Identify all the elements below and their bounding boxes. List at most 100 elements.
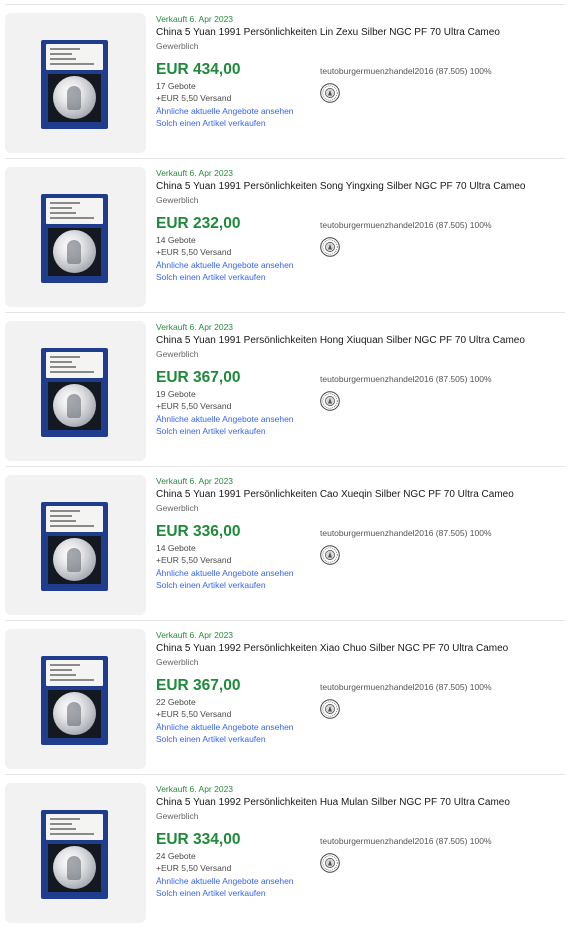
sold-price: EUR 434,00 bbox=[156, 61, 241, 78]
sold-date: Verkauft 6. Apr 2023 bbox=[156, 322, 234, 332]
item-thumbnail[interactable] bbox=[5, 475, 146, 615]
coin-slab-image bbox=[41, 40, 108, 129]
sold-date: Verkauft 6. Apr 2023 bbox=[156, 630, 234, 640]
item-thumbnail[interactable] bbox=[5, 629, 146, 769]
slab-label bbox=[46, 506, 103, 532]
bid-count: 19 Gebote bbox=[156, 389, 196, 399]
listing-divider bbox=[5, 620, 565, 621]
bid-count: 14 Gebote bbox=[156, 543, 196, 553]
seller-seal-icon bbox=[320, 237, 340, 257]
shipping-cost: +EUR 5,50 Versand bbox=[156, 93, 232, 103]
item-thumbnail[interactable] bbox=[5, 167, 146, 307]
slab-label bbox=[46, 44, 103, 70]
listing-divider bbox=[5, 312, 565, 313]
sell-similar-link[interactable]: Solch einen Artikel verkaufen bbox=[156, 272, 266, 282]
shipping-cost: +EUR 5,50 Versand bbox=[156, 863, 232, 873]
sold-price: EUR 336,00 bbox=[156, 523, 241, 540]
sell-similar-link[interactable]: Solch einen Artikel verkaufen bbox=[156, 580, 266, 590]
coin-slab-image bbox=[41, 194, 108, 283]
item-title-link[interactable]: China 5 Yuan 1991 Persönlichkeiten Cao X… bbox=[156, 489, 514, 500]
sold-price: EUR 334,00 bbox=[156, 831, 241, 848]
seller-info[interactable]: teutoburgermuenzhandel2016 (87.505) 100% bbox=[320, 220, 492, 230]
coin-image bbox=[53, 76, 96, 119]
sold-date: Verkauft 6. Apr 2023 bbox=[156, 784, 234, 794]
shipping-cost: +EUR 5,50 Versand bbox=[156, 247, 232, 257]
slab-label bbox=[46, 814, 103, 840]
listing-divider bbox=[5, 774, 565, 775]
seller-info[interactable]: teutoburgermuenzhandel2016 (87.505) 100% bbox=[320, 374, 492, 384]
seller-type: Gewerblich bbox=[156, 195, 199, 205]
seller-type: Gewerblich bbox=[156, 349, 199, 359]
sell-similar-link[interactable]: Solch einen Artikel verkaufen bbox=[156, 734, 266, 744]
slab-label bbox=[46, 352, 103, 378]
listing-item: Verkauft 6. Apr 2023 China 5 Yuan 1992 P… bbox=[0, 774, 570, 928]
slab-window bbox=[48, 382, 101, 430]
bid-count: 14 Gebote bbox=[156, 235, 196, 245]
bid-count: 17 Gebote bbox=[156, 81, 196, 91]
slab-window bbox=[48, 844, 101, 892]
similar-listings-link[interactable]: Ähnliche aktuelle Angebote ansehen bbox=[156, 106, 294, 116]
item-title-link[interactable]: China 5 Yuan 1992 Persönlichkeiten Xiao … bbox=[156, 643, 508, 654]
listing-item: Verkauft 6. Apr 2023 China 5 Yuan 1991 P… bbox=[0, 158, 570, 312]
coin-image bbox=[53, 230, 96, 273]
bid-count: 24 Gebote bbox=[156, 851, 196, 861]
shipping-cost: +EUR 5,50 Versand bbox=[156, 555, 232, 565]
seller-seal-icon bbox=[320, 853, 340, 873]
sell-similar-link[interactable]: Solch einen Artikel verkaufen bbox=[156, 888, 266, 898]
seller-info[interactable]: teutoburgermuenzhandel2016 (87.505) 100% bbox=[320, 682, 492, 692]
slab-label bbox=[46, 198, 103, 224]
seller-info[interactable]: teutoburgermuenzhandel2016 (87.505) 100% bbox=[320, 836, 492, 846]
coin-slab-image bbox=[41, 502, 108, 591]
similar-listings-link[interactable]: Ähnliche aktuelle Angebote ansehen bbox=[156, 722, 294, 732]
listing-divider bbox=[5, 466, 565, 467]
slab-window bbox=[48, 690, 101, 738]
seller-type: Gewerblich bbox=[156, 811, 199, 821]
listing-divider bbox=[5, 158, 565, 159]
item-thumbnail[interactable] bbox=[5, 783, 146, 923]
item-title-link[interactable]: China 5 Yuan 1991 Persönlichkeiten Song … bbox=[156, 181, 525, 192]
coin-slab-image bbox=[41, 810, 108, 899]
sold-price: EUR 232,00 bbox=[156, 215, 241, 232]
coin-slab-image bbox=[41, 656, 108, 745]
listing-item: Verkauft 6. Apr 2023 China 5 Yuan 1991 P… bbox=[0, 466, 570, 620]
seller-seal-icon bbox=[320, 545, 340, 565]
seller-seal-icon bbox=[320, 391, 340, 411]
listing-item: Verkauft 6. Apr 2023 China 5 Yuan 1992 P… bbox=[0, 620, 570, 774]
item-thumbnail[interactable] bbox=[5, 321, 146, 461]
similar-listings-link[interactable]: Ähnliche aktuelle Angebote ansehen bbox=[156, 876, 294, 886]
seller-info[interactable]: teutoburgermuenzhandel2016 (87.505) 100% bbox=[320, 66, 492, 76]
coin-image bbox=[53, 692, 96, 735]
listing-item: Verkauft 6. Apr 2023 China 5 Yuan 1991 P… bbox=[0, 312, 570, 466]
sell-similar-link[interactable]: Solch einen Artikel verkaufen bbox=[156, 426, 266, 436]
similar-listings-link[interactable]: Ähnliche aktuelle Angebote ansehen bbox=[156, 414, 294, 424]
sold-price: EUR 367,00 bbox=[156, 677, 241, 694]
shipping-cost: +EUR 5,50 Versand bbox=[156, 401, 232, 411]
sold-date: Verkauft 6. Apr 2023 bbox=[156, 168, 234, 178]
slab-window bbox=[48, 536, 101, 584]
coin-slab-image bbox=[41, 348, 108, 437]
slab-window bbox=[48, 228, 101, 276]
similar-listings-link[interactable]: Ähnliche aktuelle Angebote ansehen bbox=[156, 568, 294, 578]
seller-type: Gewerblich bbox=[156, 657, 199, 667]
coin-image bbox=[53, 846, 96, 889]
shipping-cost: +EUR 5,50 Versand bbox=[156, 709, 232, 719]
item-title-link[interactable]: China 5 Yuan 1992 Persönlichkeiten Hua M… bbox=[156, 797, 510, 808]
item-thumbnail[interactable] bbox=[5, 13, 146, 153]
bid-count: 22 Gebote bbox=[156, 697, 196, 707]
item-title-link[interactable]: China 5 Yuan 1991 Persönlichkeiten Lin Z… bbox=[156, 27, 500, 38]
seller-info[interactable]: teutoburgermuenzhandel2016 (87.505) 100% bbox=[320, 528, 492, 538]
sold-date: Verkauft 6. Apr 2023 bbox=[156, 476, 234, 486]
sold-price: EUR 367,00 bbox=[156, 369, 241, 386]
listing-divider bbox=[5, 4, 565, 5]
slab-window bbox=[48, 74, 101, 122]
coin-image bbox=[53, 538, 96, 581]
item-title-link[interactable]: China 5 Yuan 1991 Persönlichkeiten Hong … bbox=[156, 335, 525, 346]
similar-listings-link[interactable]: Ähnliche aktuelle Angebote ansehen bbox=[156, 260, 294, 270]
slab-label bbox=[46, 660, 103, 686]
seller-seal-icon bbox=[320, 699, 340, 719]
sold-date: Verkauft 6. Apr 2023 bbox=[156, 14, 234, 24]
sell-similar-link[interactable]: Solch einen Artikel verkaufen bbox=[156, 118, 266, 128]
seller-type: Gewerblich bbox=[156, 503, 199, 513]
seller-seal-icon bbox=[320, 83, 340, 103]
coin-image bbox=[53, 384, 96, 427]
